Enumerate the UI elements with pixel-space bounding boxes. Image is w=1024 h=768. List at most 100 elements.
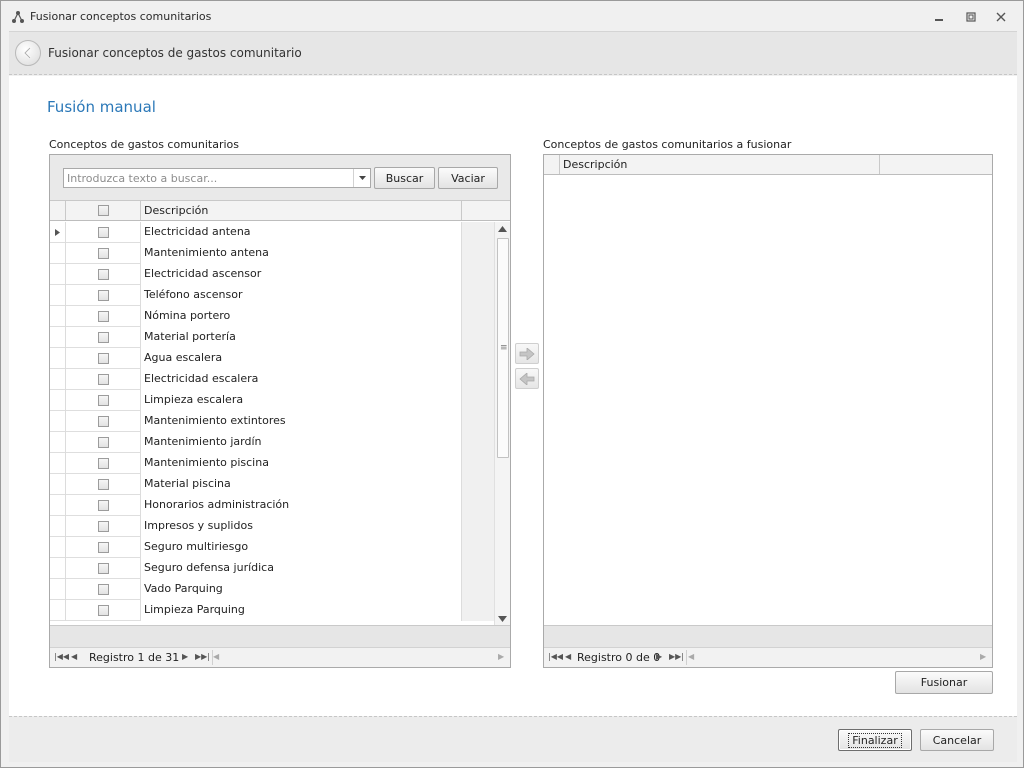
- row-description[interactable]: Mantenimiento piscina: [141, 453, 462, 474]
- row-checkbox[interactable]: [98, 563, 109, 574]
- clear-button[interactable]: Vaciar: [438, 167, 498, 189]
- row-indicator[interactable]: [50, 474, 66, 495]
- table-row[interactable]: Material piscina: [50, 474, 494, 495]
- search-dropdown-button[interactable]: [353, 169, 370, 187]
- minimize-button[interactable]: [929, 9, 949, 25]
- table-row[interactable]: Seguro defensa jurídica: [50, 558, 494, 579]
- table-row[interactable]: Limpieza escalera: [50, 390, 494, 411]
- row-description[interactable]: Limpieza escalera: [141, 390, 462, 411]
- row-indicator[interactable]: [50, 348, 66, 369]
- row-description[interactable]: Material portería: [141, 327, 462, 348]
- row-checkbox[interactable]: [98, 605, 109, 616]
- row-checkbox[interactable]: [98, 353, 109, 364]
- row-indicator[interactable]: [50, 243, 66, 264]
- row-indicator[interactable]: [50, 327, 66, 348]
- row-checkbox[interactable]: [98, 437, 109, 448]
- row-checkbox[interactable]: [98, 584, 109, 595]
- row-checkbox[interactable]: [98, 374, 109, 385]
- table-row[interactable]: Electricidad escalera: [50, 369, 494, 390]
- table-row[interactable]: Mantenimiento antena: [50, 243, 494, 264]
- table-row[interactable]: Material portería: [50, 327, 494, 348]
- row-description[interactable]: Mantenimiento jardín: [141, 432, 462, 453]
- row-indicator[interactable]: [50, 537, 66, 558]
- row-description[interactable]: Agua escalera: [141, 348, 462, 369]
- table-row[interactable]: Nómina portero: [50, 306, 494, 327]
- row-description[interactable]: Impresos y suplidos: [141, 516, 462, 537]
- back-button[interactable]: [15, 40, 41, 66]
- first-record-icon[interactable]: |◀◀: [54, 652, 69, 661]
- close-button[interactable]: [991, 9, 1011, 25]
- row-indicator[interactable]: [50, 600, 66, 621]
- prev-record-icon[interactable]: ◀: [565, 652, 571, 661]
- column-header-description[interactable]: Descripción: [560, 155, 880, 174]
- row-checkbox[interactable]: [98, 479, 109, 490]
- table-row[interactable]: Electricidad antena: [50, 222, 494, 243]
- row-indicator[interactable]: [50, 390, 66, 411]
- column-header-description[interactable]: Descripción: [141, 201, 462, 220]
- row-indicator[interactable]: [50, 432, 66, 453]
- cancel-button[interactable]: Cancelar: [920, 729, 994, 751]
- last-record-icon[interactable]: ▶▶|: [669, 652, 684, 661]
- row-indicator[interactable]: [50, 306, 66, 327]
- hscroll-left-icon[interactable]: ◀: [688, 652, 694, 661]
- hscroll-left-icon[interactable]: ◀: [213, 652, 219, 661]
- table-row[interactable]: Honorarios administración: [50, 495, 494, 516]
- row-checkbox[interactable]: [98, 416, 109, 427]
- row-description[interactable]: Electricidad escalera: [141, 369, 462, 390]
- prev-record-icon[interactable]: ◀: [71, 652, 77, 661]
- search-button[interactable]: Buscar: [374, 167, 435, 189]
- restore-button[interactable]: [961, 9, 981, 25]
- search-input[interactable]: [63, 168, 371, 188]
- row-description[interactable]: Mantenimiento antena: [141, 243, 462, 264]
- next-record-icon[interactable]: ▶: [656, 652, 662, 661]
- row-indicator[interactable]: [50, 411, 66, 432]
- table-row[interactable]: Teléfono ascensor: [50, 285, 494, 306]
- row-indicator[interactable]: [50, 558, 66, 579]
- row-checkbox[interactable]: [98, 332, 109, 343]
- remove-from-merge-button[interactable]: [515, 368, 539, 389]
- row-indicator[interactable]: [50, 285, 66, 306]
- vertical-scrollbar[interactable]: ≡: [494, 222, 510, 625]
- scroll-thumb[interactable]: ≡: [497, 238, 509, 458]
- table-row[interactable]: Mantenimiento jardín: [50, 432, 494, 453]
- first-record-icon[interactable]: |◀◀: [548, 652, 563, 661]
- row-indicator[interactable]: [50, 579, 66, 600]
- row-indicator[interactable]: [50, 495, 66, 516]
- table-row[interactable]: Impresos y suplidos: [50, 516, 494, 537]
- row-description[interactable]: Seguro defensa jurídica: [141, 558, 462, 579]
- row-checkbox[interactable]: [98, 227, 109, 238]
- row-checkbox[interactable]: [98, 542, 109, 553]
- hscroll-right-icon[interactable]: ▶: [980, 652, 986, 661]
- last-record-icon[interactable]: ▶▶|: [195, 652, 210, 661]
- row-indicator[interactable]: [50, 453, 66, 474]
- row-checkbox[interactable]: [98, 395, 109, 406]
- row-description[interactable]: Electricidad antena: [141, 222, 462, 243]
- row-description[interactable]: Seguro multiriesgo: [141, 537, 462, 558]
- table-row[interactable]: Mantenimiento extintores: [50, 411, 494, 432]
- next-record-icon[interactable]: ▶: [182, 652, 188, 661]
- row-indicator[interactable]: [50, 369, 66, 390]
- row-indicator[interactable]: [50, 264, 66, 285]
- table-row[interactable]: Seguro multiriesgo: [50, 537, 494, 558]
- row-description[interactable]: Mantenimiento extintores: [141, 411, 462, 432]
- row-description[interactable]: Vado Parquing: [141, 579, 462, 600]
- select-all-checkbox[interactable]: [98, 205, 109, 216]
- table-row[interactable]: Electricidad ascensor: [50, 264, 494, 285]
- row-checkbox[interactable]: [98, 269, 109, 280]
- table-row[interactable]: Limpieza Parquing: [50, 600, 494, 621]
- merge-button[interactable]: Fusionar: [895, 671, 993, 694]
- row-description[interactable]: Limpieza Parquing: [141, 600, 462, 621]
- row-description[interactable]: Nómina portero: [141, 306, 462, 327]
- table-row[interactable]: Mantenimiento piscina: [50, 453, 494, 474]
- row-checkbox[interactable]: [98, 521, 109, 532]
- finish-button[interactable]: Finalizar: [838, 729, 912, 751]
- row-description[interactable]: Teléfono ascensor: [141, 285, 462, 306]
- row-description[interactable]: Material piscina: [141, 474, 462, 495]
- row-indicator[interactable]: [50, 516, 66, 537]
- row-checkbox[interactable]: [98, 248, 109, 259]
- row-indicator[interactable]: [50, 222, 66, 243]
- row-description[interactable]: Honorarios administración: [141, 495, 462, 516]
- hscroll-right-icon[interactable]: ▶: [498, 652, 504, 661]
- row-checkbox[interactable]: [98, 458, 109, 469]
- table-row[interactable]: Vado Parquing: [50, 579, 494, 600]
